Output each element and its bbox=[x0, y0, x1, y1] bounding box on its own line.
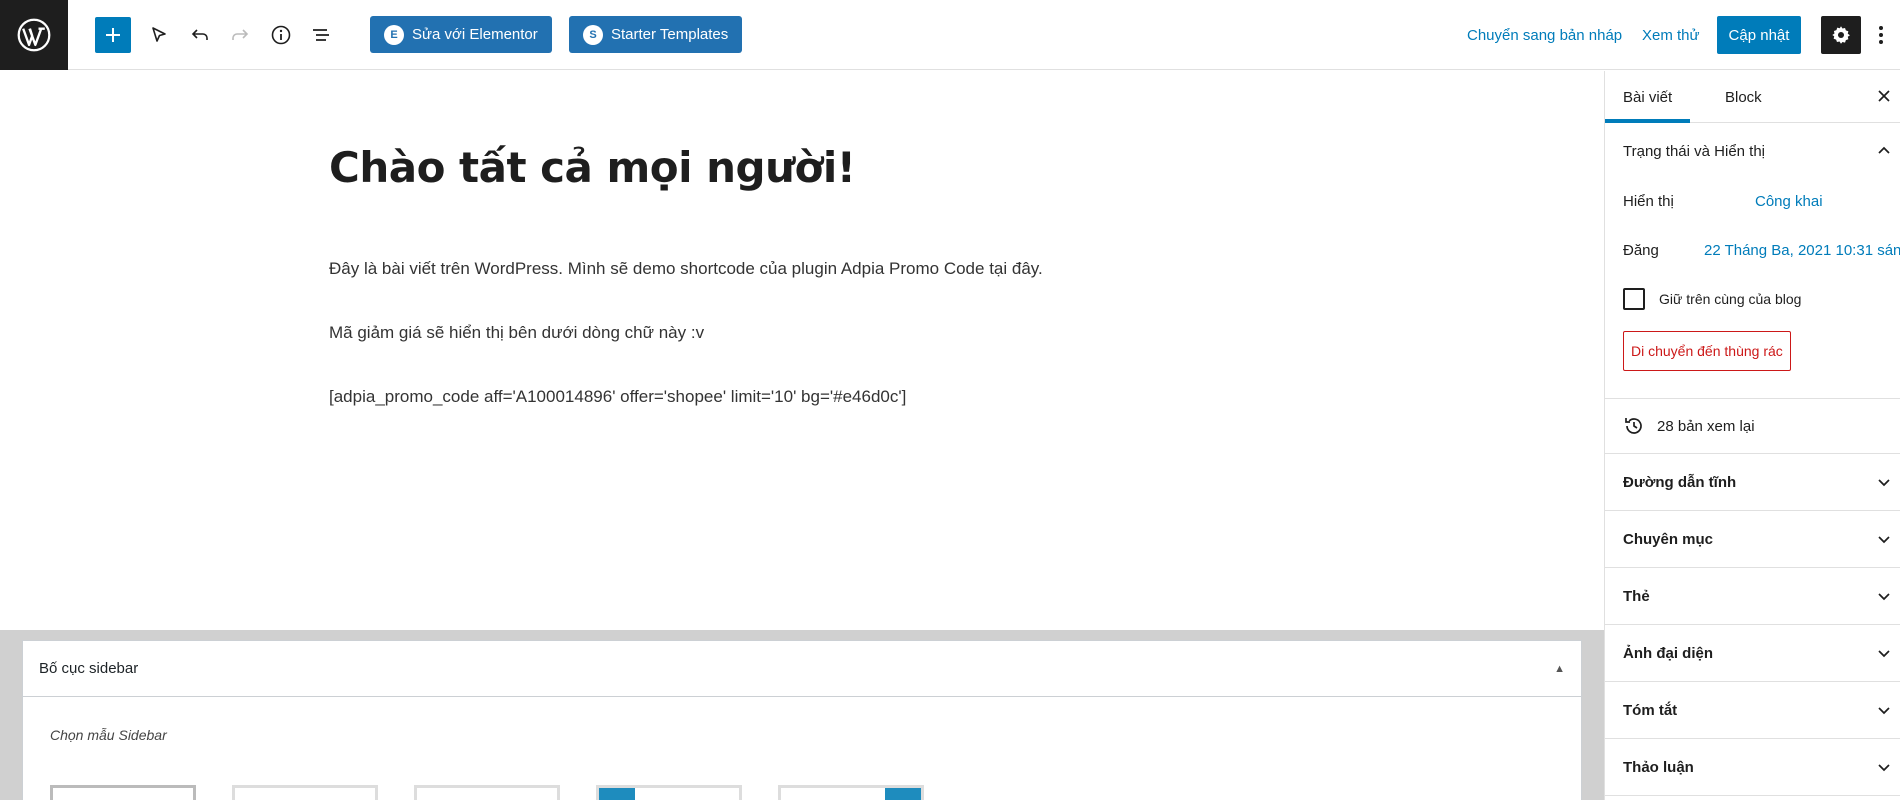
tags-panel: Thẻ bbox=[1605, 568, 1900, 625]
paragraph-block[interactable]: Đây là bài viết trên WordPress. Mình sẽ … bbox=[329, 259, 1043, 279]
redo-icon bbox=[232, 29, 249, 40]
gear-icon bbox=[1832, 26, 1850, 44]
panel-header-featured-image[interactable]: Ảnh đại diện bbox=[1605, 625, 1900, 681]
wordpress-logo-icon[interactable] bbox=[0, 0, 68, 70]
plus-icon bbox=[106, 28, 120, 42]
left-sidebar-block bbox=[599, 788, 635, 800]
move-to-trash-button[interactable]: Di chuyển đến thùng rác bbox=[1623, 331, 1791, 371]
sidebar-layout-metabox: Bố cục sidebar ▲ Chọn mẫu Sidebar bbox=[22, 640, 1582, 800]
sticky-label[interactable]: Giữ trên cùng của blog bbox=[1659, 291, 1801, 307]
chevron-down-icon bbox=[1878, 536, 1890, 544]
panel-header-permalink[interactable]: Đường dẫn tĩnh bbox=[1605, 454, 1900, 510]
shortcode-paragraph-block[interactable]: [adpia_promo_code aff='A100014896' offer… bbox=[329, 387, 906, 407]
sticky-row: Giữ trên cùng của blog bbox=[1605, 277, 1900, 326]
switch-to-draft-button[interactable]: Chuyển sang bản nháp bbox=[1467, 17, 1622, 53]
panel-title: Ảnh đại diện bbox=[1623, 644, 1713, 662]
metabox-subtitle: Chọn mẫu Sidebar bbox=[50, 727, 167, 743]
publish-row: Đăng 22 Tháng Ba, 2021 10:31 sáng bbox=[1605, 228, 1900, 277]
undo-icon bbox=[191, 29, 208, 40]
chevron-up-icon bbox=[1878, 146, 1890, 154]
revisions-count: 28 bản xem lại bbox=[1657, 417, 1755, 435]
visibility-label: Hiển thị bbox=[1623, 193, 1674, 210]
details-button[interactable] bbox=[263, 17, 299, 53]
vertical-ellipsis-icon bbox=[1879, 26, 1883, 44]
elementor-icon: E bbox=[384, 24, 404, 45]
info-icon bbox=[271, 25, 291, 45]
panel-header-categories[interactable]: Chuyên mục bbox=[1605, 511, 1900, 567]
edit-with-elementor-label: Sửa với Elementor bbox=[412, 26, 538, 43]
categories-panel: Chuyên mục bbox=[1605, 511, 1900, 568]
settings-button[interactable] bbox=[1821, 16, 1861, 54]
panel-title: Thảo luận bbox=[1623, 758, 1694, 776]
redo-button[interactable] bbox=[222, 17, 258, 53]
list-view-icon bbox=[313, 29, 329, 41]
pointer-icon bbox=[152, 27, 166, 42]
undo-button[interactable] bbox=[182, 17, 218, 53]
panel-title: Chuyên mục bbox=[1623, 530, 1714, 548]
revisions-link[interactable]: 28 bản xem lại bbox=[1605, 399, 1900, 453]
metabox-title: Bố cục sidebar bbox=[39, 660, 139, 677]
close-sidebar-button[interactable] bbox=[1872, 84, 1896, 108]
update-button[interactable]: Cập nhật bbox=[1717, 16, 1801, 54]
chevron-down-icon bbox=[1878, 707, 1890, 715]
history-icon bbox=[1625, 418, 1642, 434]
editor-canvas: Chào tất cả mọi người! Đây là bài viết t… bbox=[0, 71, 1604, 630]
visibility-row: Hiển thị Công khai bbox=[1605, 179, 1900, 228]
edit-with-elementor-button[interactable]: E Sửa với Elementor bbox=[370, 16, 552, 53]
add-block-button[interactable] bbox=[95, 17, 131, 53]
discussion-panel: Thảo luận bbox=[1605, 739, 1900, 796]
panel-title: Thẻ bbox=[1623, 587, 1650, 605]
editor-top-toolbar: E Sửa với Elementor S Starter Templates … bbox=[0, 0, 1900, 70]
tab-post[interactable]: Bài viết bbox=[1605, 71, 1691, 123]
sidebar-tabs: Bài viết Block bbox=[1605, 71, 1900, 123]
collapse-arrow-icon[interactable]: ▲ bbox=[1554, 663, 1565, 675]
revisions-panel: 28 bản xem lại bbox=[1605, 399, 1900, 454]
status-visibility-panel: Trạng thái và Hiển thị Hiển thị Công kha… bbox=[1605, 123, 1900, 399]
more-options-button[interactable] bbox=[1869, 17, 1893, 53]
paragraph-block[interactable]: Mã giảm giá sẽ hiển thị bên dưới dòng ch… bbox=[329, 323, 704, 343]
featured-image-panel: Ảnh đại diện bbox=[1605, 625, 1900, 682]
tab-block[interactable]: Block bbox=[1707, 71, 1780, 123]
settings-sidebar: Bài viết Block Trạng thái và Hiển thị Hi… bbox=[1604, 71, 1900, 800]
starter-templates-icon: S bbox=[583, 24, 603, 45]
chevron-down-icon bbox=[1878, 479, 1890, 487]
permalink-panel: Đường dẫn tĩnh bbox=[1605, 454, 1900, 511]
preview-button[interactable]: Xem thử bbox=[1642, 17, 1700, 53]
panel-title: Tóm tắt bbox=[1623, 701, 1678, 719]
starter-templates-button[interactable]: S Starter Templates bbox=[569, 16, 743, 53]
sidebar-layout-option-right[interactable] bbox=[778, 785, 924, 800]
panel-header-discussion[interactable]: Thảo luận bbox=[1605, 739, 1900, 795]
tools-select-button[interactable] bbox=[141, 17, 177, 53]
starter-templates-label: Starter Templates bbox=[611, 26, 729, 43]
metabox-header[interactable]: Bố cục sidebar ▲ bbox=[23, 641, 1581, 697]
panel-header-status[interactable]: Trạng thái và Hiển thị bbox=[1605, 123, 1900, 179]
sidebar-layout-option-boxed[interactable] bbox=[414, 785, 560, 800]
meta-boxes-area: Bố cục sidebar ▲ Chọn mẫu Sidebar bbox=[0, 630, 1604, 800]
publish-label: Đăng bbox=[1623, 242, 1659, 259]
sidebar-layout-option-full[interactable] bbox=[50, 785, 196, 800]
panel-header-tags[interactable]: Thẻ bbox=[1605, 568, 1900, 624]
publish-date-toggle[interactable]: 22 Tháng Ba, 2021 10:31 sáng bbox=[1704, 242, 1900, 259]
chevron-down-icon bbox=[1878, 650, 1890, 658]
post-title[interactable]: Chào tất cả mọi người! bbox=[329, 143, 856, 192]
chevron-down-icon bbox=[1878, 593, 1890, 601]
panel-header-excerpt[interactable]: Tóm tắt bbox=[1605, 682, 1900, 738]
right-sidebar-block bbox=[885, 788, 921, 800]
outline-button[interactable] bbox=[303, 17, 339, 53]
panel-title: Đường dẫn tĩnh bbox=[1623, 473, 1737, 491]
sidebar-layout-option-left[interactable] bbox=[596, 785, 742, 800]
sticky-checkbox[interactable] bbox=[1623, 288, 1645, 310]
close-icon bbox=[1878, 90, 1890, 102]
chevron-down-icon bbox=[1878, 764, 1890, 772]
sidebar-layout-option-none[interactable] bbox=[232, 785, 378, 800]
visibility-toggle[interactable]: Công khai bbox=[1755, 193, 1823, 210]
panel-title: Trạng thái và Hiển thị bbox=[1623, 142, 1766, 160]
trash-row: Di chuyển đến thùng rác bbox=[1605, 326, 1900, 382]
excerpt-panel: Tóm tắt bbox=[1605, 682, 1900, 739]
